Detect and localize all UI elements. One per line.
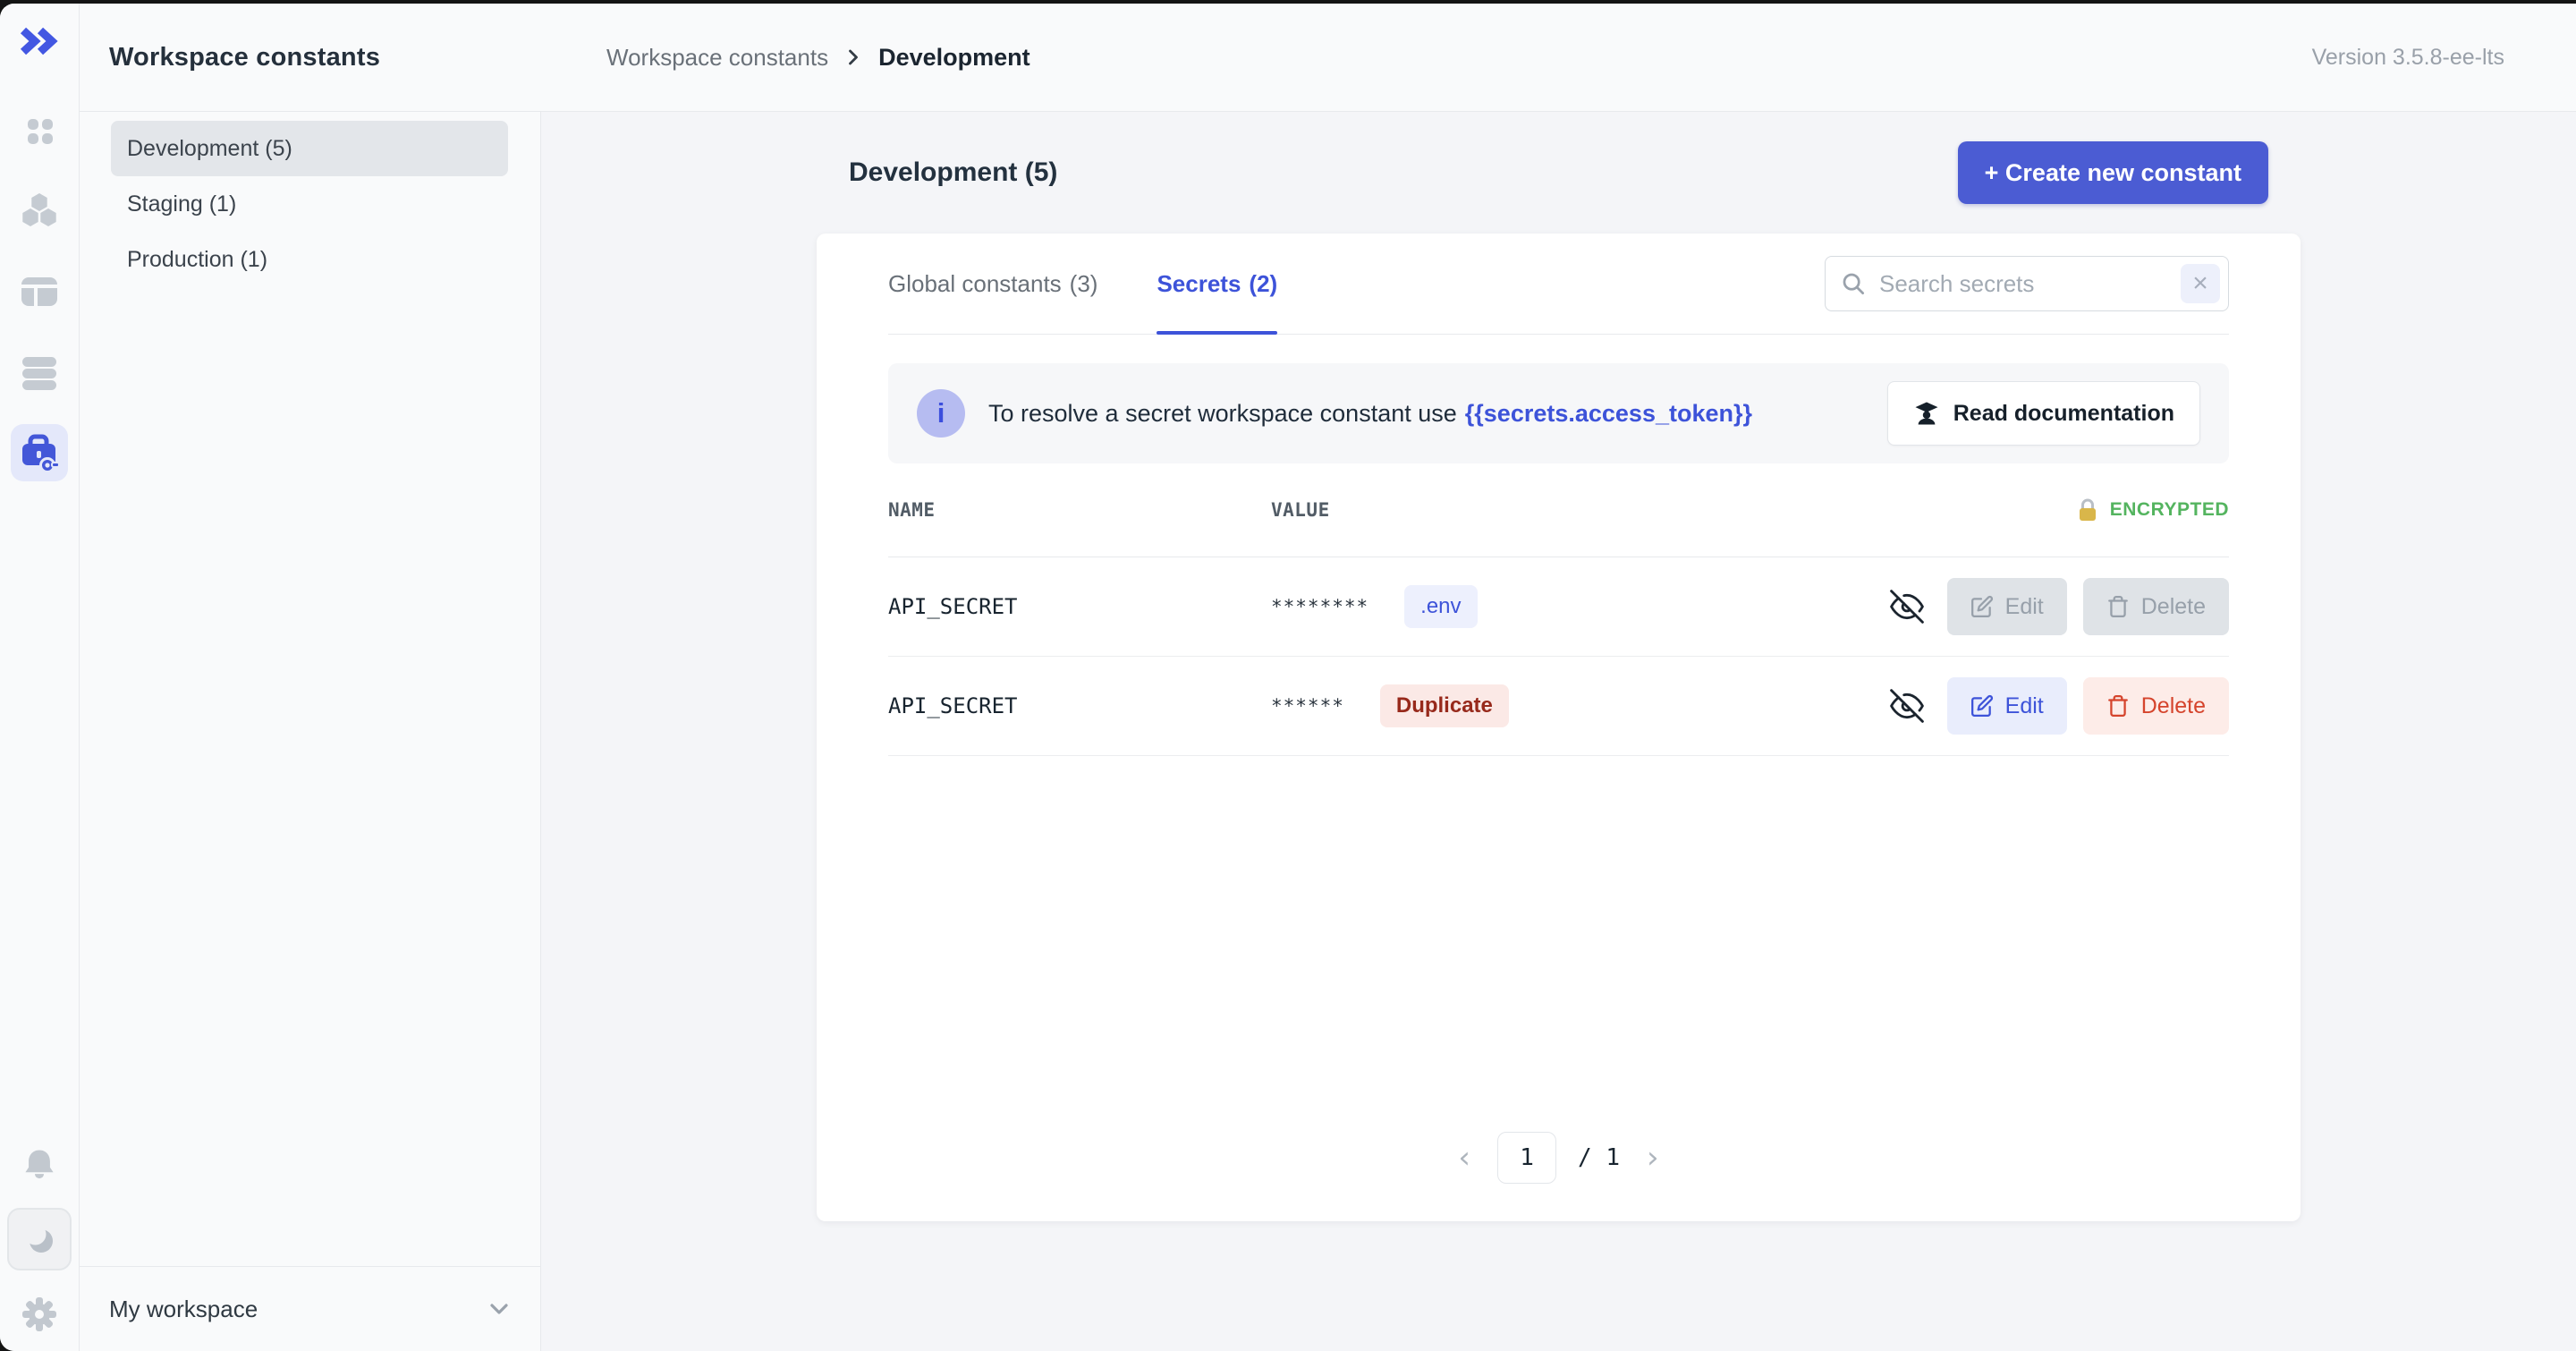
current-page[interactable]: 1 xyxy=(1497,1132,1556,1184)
tab-global-constants[interactable]: Global constants (3) xyxy=(888,234,1097,334)
pagination: ‹ 1 / 1 › xyxy=(888,1132,2229,1221)
edit-button-label: Edit xyxy=(2005,693,2044,719)
constant-value: ******** .env xyxy=(1271,585,1478,628)
breadcrumb-current: Development xyxy=(878,44,1030,72)
workspace-switcher[interactable]: My workspace xyxy=(79,1266,540,1351)
trash-icon xyxy=(2106,595,2130,618)
rail-nav xyxy=(11,102,68,481)
env-item-label: Staging (1) xyxy=(127,191,236,217)
database-icon[interactable] xyxy=(11,344,68,401)
read-documentation-label: Read documentation xyxy=(1953,401,2174,427)
lock-icon xyxy=(2074,497,2101,523)
duplicate-badge: Duplicate xyxy=(1380,684,1509,727)
next-page-button[interactable]: › xyxy=(1641,1143,1665,1173)
breadcrumb-parent[interactable]: Workspace constants xyxy=(606,44,828,72)
environments-panel: Development (5) Staging (1) Production (… xyxy=(79,112,541,1351)
encrypted-indicator: ENCRYPTED xyxy=(2074,497,2229,523)
tab-label: Secrets xyxy=(1157,270,1241,298)
toggle-visibility-button[interactable] xyxy=(1890,590,1924,624)
column-value: VALUE xyxy=(1271,499,1330,521)
delete-button-label: Delete xyxy=(2141,594,2206,620)
edit-button[interactable]: Edit xyxy=(1947,578,2067,635)
app-logo-icon[interactable] xyxy=(17,21,62,61)
tab-secrets[interactable]: Secrets (2) xyxy=(1157,234,1277,334)
delete-button-label: Delete xyxy=(2141,693,2206,719)
toggle-visibility-button[interactable] xyxy=(1890,689,1924,723)
environment-heading: Development (5) xyxy=(849,157,1057,188)
edit-pencil-icon xyxy=(1970,595,1994,618)
delete-button[interactable]: Delete xyxy=(2083,677,2229,735)
chevron-right-icon xyxy=(841,45,866,70)
graduate-icon xyxy=(1913,400,1940,427)
moon-icon xyxy=(20,1219,59,1259)
masked-value: ******** xyxy=(1271,596,1368,617)
env-item-label: Production (1) xyxy=(127,247,267,273)
create-new-constant-button[interactable]: + Create new constant xyxy=(1958,141,2268,204)
env-item-staging[interactable]: Staging (1) xyxy=(111,176,508,232)
delete-button[interactable]: Delete xyxy=(2083,578,2229,635)
environments-list: Development (5) Staging (1) Production (… xyxy=(79,112,540,287)
search-icon xyxy=(1840,270,1867,297)
env-item-development[interactable]: Development (5) xyxy=(111,121,508,176)
main-area: Development (5) + Create new constant Gl… xyxy=(541,112,2576,1351)
banner-prefix: To resolve a secret workspace constant u… xyxy=(988,400,1457,427)
chevron-down-icon xyxy=(485,1295,513,1323)
eye-off-icon xyxy=(1890,689,1924,723)
apps-grid-icon[interactable] xyxy=(11,102,68,159)
column-name: NAME xyxy=(888,499,1271,521)
breadcrumb: Workspace constants Development xyxy=(606,44,1030,72)
table-row: API_SECRET ******** .env xyxy=(888,557,2229,657)
tab-count: (2) xyxy=(1249,270,1277,298)
tab-label: Global constants xyxy=(888,270,1062,298)
trash-icon xyxy=(2106,694,2130,718)
dark-mode-toggle[interactable] xyxy=(7,1208,72,1270)
banner-text: To resolve a secret workspace constant u… xyxy=(988,400,1752,428)
masked-value: ****** xyxy=(1271,695,1344,717)
env-item-production[interactable]: Production (1) xyxy=(111,232,508,287)
edit-button[interactable]: Edit xyxy=(1947,677,2067,735)
layout-dashboard-icon[interactable] xyxy=(11,263,68,320)
notifications-bell-icon[interactable] xyxy=(20,1145,59,1185)
settings-gear-icon[interactable] xyxy=(19,1294,60,1335)
page-head: Development (5) + Create new constant xyxy=(817,112,2301,234)
search-clear-button[interactable]: × xyxy=(2181,264,2220,303)
left-icon-rail xyxy=(0,4,80,1351)
constants-card: Global constants (3) Secrets (2) xyxy=(817,234,2301,1221)
env-badge: .env xyxy=(1404,585,1477,628)
app-window: Workspace constants Workspace constants … xyxy=(0,4,2576,1351)
workspace-constants-icon[interactable] xyxy=(11,424,68,481)
search-input[interactable] xyxy=(1877,269,2170,299)
total-pages: / 1 xyxy=(1578,1144,1620,1171)
banner-code: {{secrets.access_token}} xyxy=(1465,400,1752,427)
edit-button-label: Edit xyxy=(2005,594,2044,620)
secrets-info-banner: i To resolve a secret workspace constant… xyxy=(888,363,2229,463)
env-item-label: Development (5) xyxy=(127,136,292,162)
prev-page-button[interactable]: ‹ xyxy=(1453,1143,1476,1173)
eye-off-icon xyxy=(1890,590,1924,624)
search-box: × xyxy=(1825,256,2229,311)
rail-bottom xyxy=(7,1145,72,1351)
table-row: API_SECRET ****** Duplicate xyxy=(888,657,2229,756)
read-documentation-button[interactable]: Read documentation xyxy=(1887,381,2200,446)
row-actions: Edit Delete xyxy=(1890,677,2229,735)
table-header: NAME VALUE ENCRYPTED xyxy=(888,463,2229,557)
workspace-name: My workspace xyxy=(109,1296,258,1323)
tabs-row: Global constants (3) Secrets (2) xyxy=(888,234,2229,335)
constant-value: ****** Duplicate xyxy=(1271,684,1509,727)
info-icon: i xyxy=(917,389,965,438)
top-header: Workspace constants Workspace constants … xyxy=(79,4,2576,112)
edit-pencil-icon xyxy=(1970,694,1994,718)
encrypted-label: ENCRYPTED xyxy=(2110,499,2229,521)
version-label: Version 3.5.8-ee-lts xyxy=(2312,45,2504,71)
marketplace-hexagons-icon[interactable] xyxy=(11,183,68,240)
constant-name: API_SECRET xyxy=(888,693,1271,718)
row-actions: Edit Delete xyxy=(1890,578,2229,635)
constant-name: API_SECRET xyxy=(888,594,1271,619)
tab-count: (3) xyxy=(1070,270,1098,298)
page-title: Workspace constants xyxy=(109,43,380,72)
